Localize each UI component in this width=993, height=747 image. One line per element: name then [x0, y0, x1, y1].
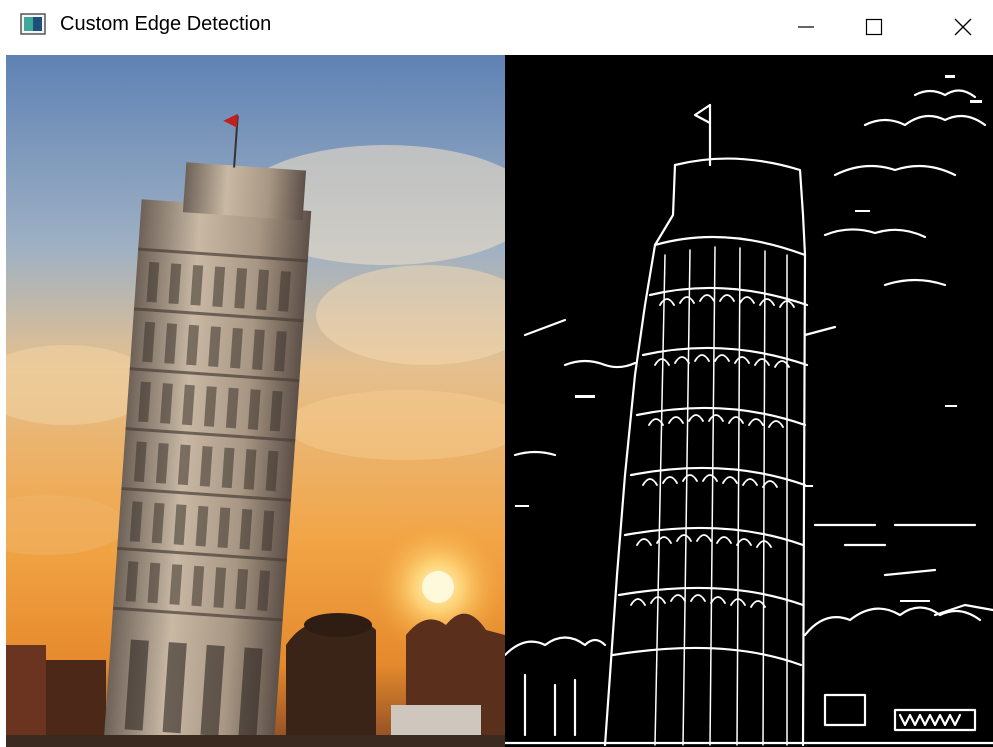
- maximize-button[interactable]: [834, 0, 914, 55]
- app-icon: [20, 13, 46, 35]
- edge-detected-image: [505, 55, 993, 747]
- original-image: [6, 55, 505, 747]
- app-window: Custom Edge Detection: [0, 0, 993, 747]
- title-bar[interactable]: Custom Edge Detection: [0, 0, 993, 55]
- original-image-pane: [6, 55, 505, 747]
- edge-detected-image-pane: [505, 55, 993, 747]
- image-canvas: [6, 55, 993, 747]
- close-button[interactable]: [923, 0, 993, 55]
- minimize-icon: [798, 26, 814, 28]
- window-title: Custom Edge Detection: [60, 13, 272, 35]
- close-icon: [954, 18, 972, 36]
- maximize-icon: [865, 18, 883, 36]
